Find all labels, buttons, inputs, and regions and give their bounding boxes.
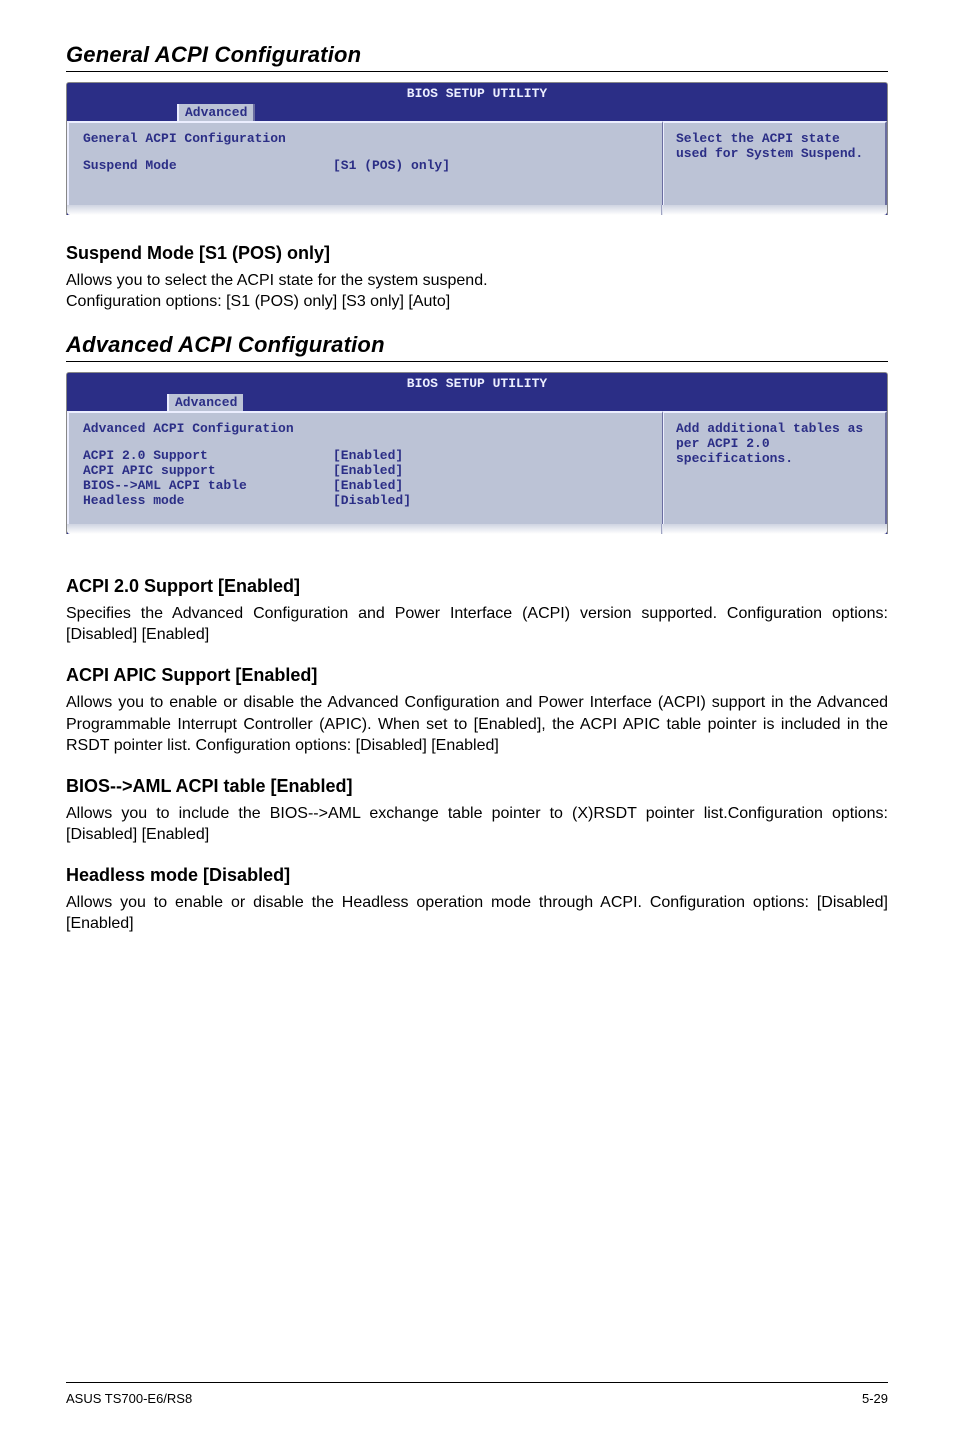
setting-row-suspend-mode[interactable]: Suspend Mode [S1 (POS) only]	[83, 158, 648, 173]
setting-label: Headless mode	[83, 493, 333, 508]
paragraph-apic: Allows you to enable or disable the Adva…	[66, 692, 888, 755]
bios-help-text: Select the ACPI state used for System Su…	[676, 131, 873, 161]
setting-value: [Disabled]	[333, 493, 411, 508]
bios-section-header: Advanced ACPI Configuration	[83, 421, 648, 436]
setting-value: [Enabled]	[333, 478, 403, 493]
bios-panel-advanced: BIOS SETUP UTILITY Advanced Advanced ACP…	[66, 372, 888, 534]
setting-label: Suspend Mode	[83, 158, 333, 173]
heading-acpi20: ACPI 2.0 Support [Enabled]	[66, 576, 888, 597]
bios-tab-bar: Advanced	[67, 103, 887, 121]
setting-value: [Enabled]	[333, 448, 403, 463]
setting-label: BIOS-->AML ACPI table	[83, 478, 333, 493]
setting-value: [S1 (POS) only]	[333, 158, 450, 173]
bios-body: Advanced ACPI Configuration ACPI 2.0 Sup…	[67, 411, 887, 524]
paragraph-acpi20: Specifies the Advanced Configuration and…	[66, 603, 888, 645]
setting-value: [Enabled]	[333, 463, 403, 478]
setting-label: ACPI 2.0 Support	[83, 448, 333, 463]
heading-apic: ACPI APIC Support [Enabled]	[66, 665, 888, 686]
footer-right: 5-29	[862, 1391, 888, 1406]
bios-tab-advanced[interactable]: Advanced	[167, 394, 243, 411]
setting-row-apic[interactable]: ACPI APIC support [Enabled]	[83, 463, 648, 478]
bios-settings-pane: Advanced ACPI Configuration ACPI 2.0 Sup…	[67, 411, 663, 524]
setting-label: ACPI APIC support	[83, 463, 333, 478]
bios-title: BIOS SETUP UTILITY	[67, 83, 887, 103]
paragraph-suspend-mode: Allows you to select the ACPI state for …	[66, 270, 888, 312]
page-footer: ASUS TS700-E6/RS8 5-29	[66, 1382, 888, 1406]
bios-tab-advanced[interactable]: Advanced	[177, 104, 255, 121]
heading-suspend-mode: Suspend Mode [S1 (POS) only]	[66, 243, 888, 264]
bios-tab-bar: Advanced	[67, 393, 887, 411]
setting-row-acpi20[interactable]: ACPI 2.0 Support [Enabled]	[83, 448, 648, 463]
text-line: Configuration options: [S1 (POS) only] […	[66, 291, 888, 312]
bios-panel-general: BIOS SETUP UTILITY Advanced General ACPI…	[66, 82, 888, 215]
heading-aml: BIOS-->AML ACPI table [Enabled]	[66, 776, 888, 797]
heading-headless: Headless mode [Disabled]	[66, 865, 888, 886]
bios-help-text: Add additional tables as per ACPI 2.0 sp…	[676, 421, 873, 466]
text-line: Allows you to select the ACPI state for …	[66, 270, 888, 291]
bios-section-header: General ACPI Configuration	[83, 131, 648, 146]
bios-body: General ACPI Configuration Suspend Mode …	[67, 121, 887, 205]
bios-fade-bottom	[67, 524, 887, 534]
heading-general-acpi: General ACPI Configuration	[66, 42, 888, 72]
paragraph-headless: Allows you to enable or disable the Head…	[66, 892, 888, 934]
bios-help-pane: Add additional tables as per ACPI 2.0 sp…	[663, 411, 887, 524]
bios-help-pane: Select the ACPI state used for System Su…	[663, 121, 887, 205]
setting-row-aml[interactable]: BIOS-->AML ACPI table [Enabled]	[83, 478, 648, 493]
bios-fade-bottom	[67, 205, 887, 215]
bios-title: BIOS SETUP UTILITY	[67, 373, 887, 393]
footer-left: ASUS TS700-E6/RS8	[66, 1391, 192, 1406]
heading-advanced-acpi: Advanced ACPI Configuration	[66, 332, 888, 362]
bios-settings-pane: General ACPI Configuration Suspend Mode …	[67, 121, 663, 205]
paragraph-aml: Allows you to include the BIOS-->AML exc…	[66, 803, 888, 845]
setting-row-headless[interactable]: Headless mode [Disabled]	[83, 493, 648, 508]
